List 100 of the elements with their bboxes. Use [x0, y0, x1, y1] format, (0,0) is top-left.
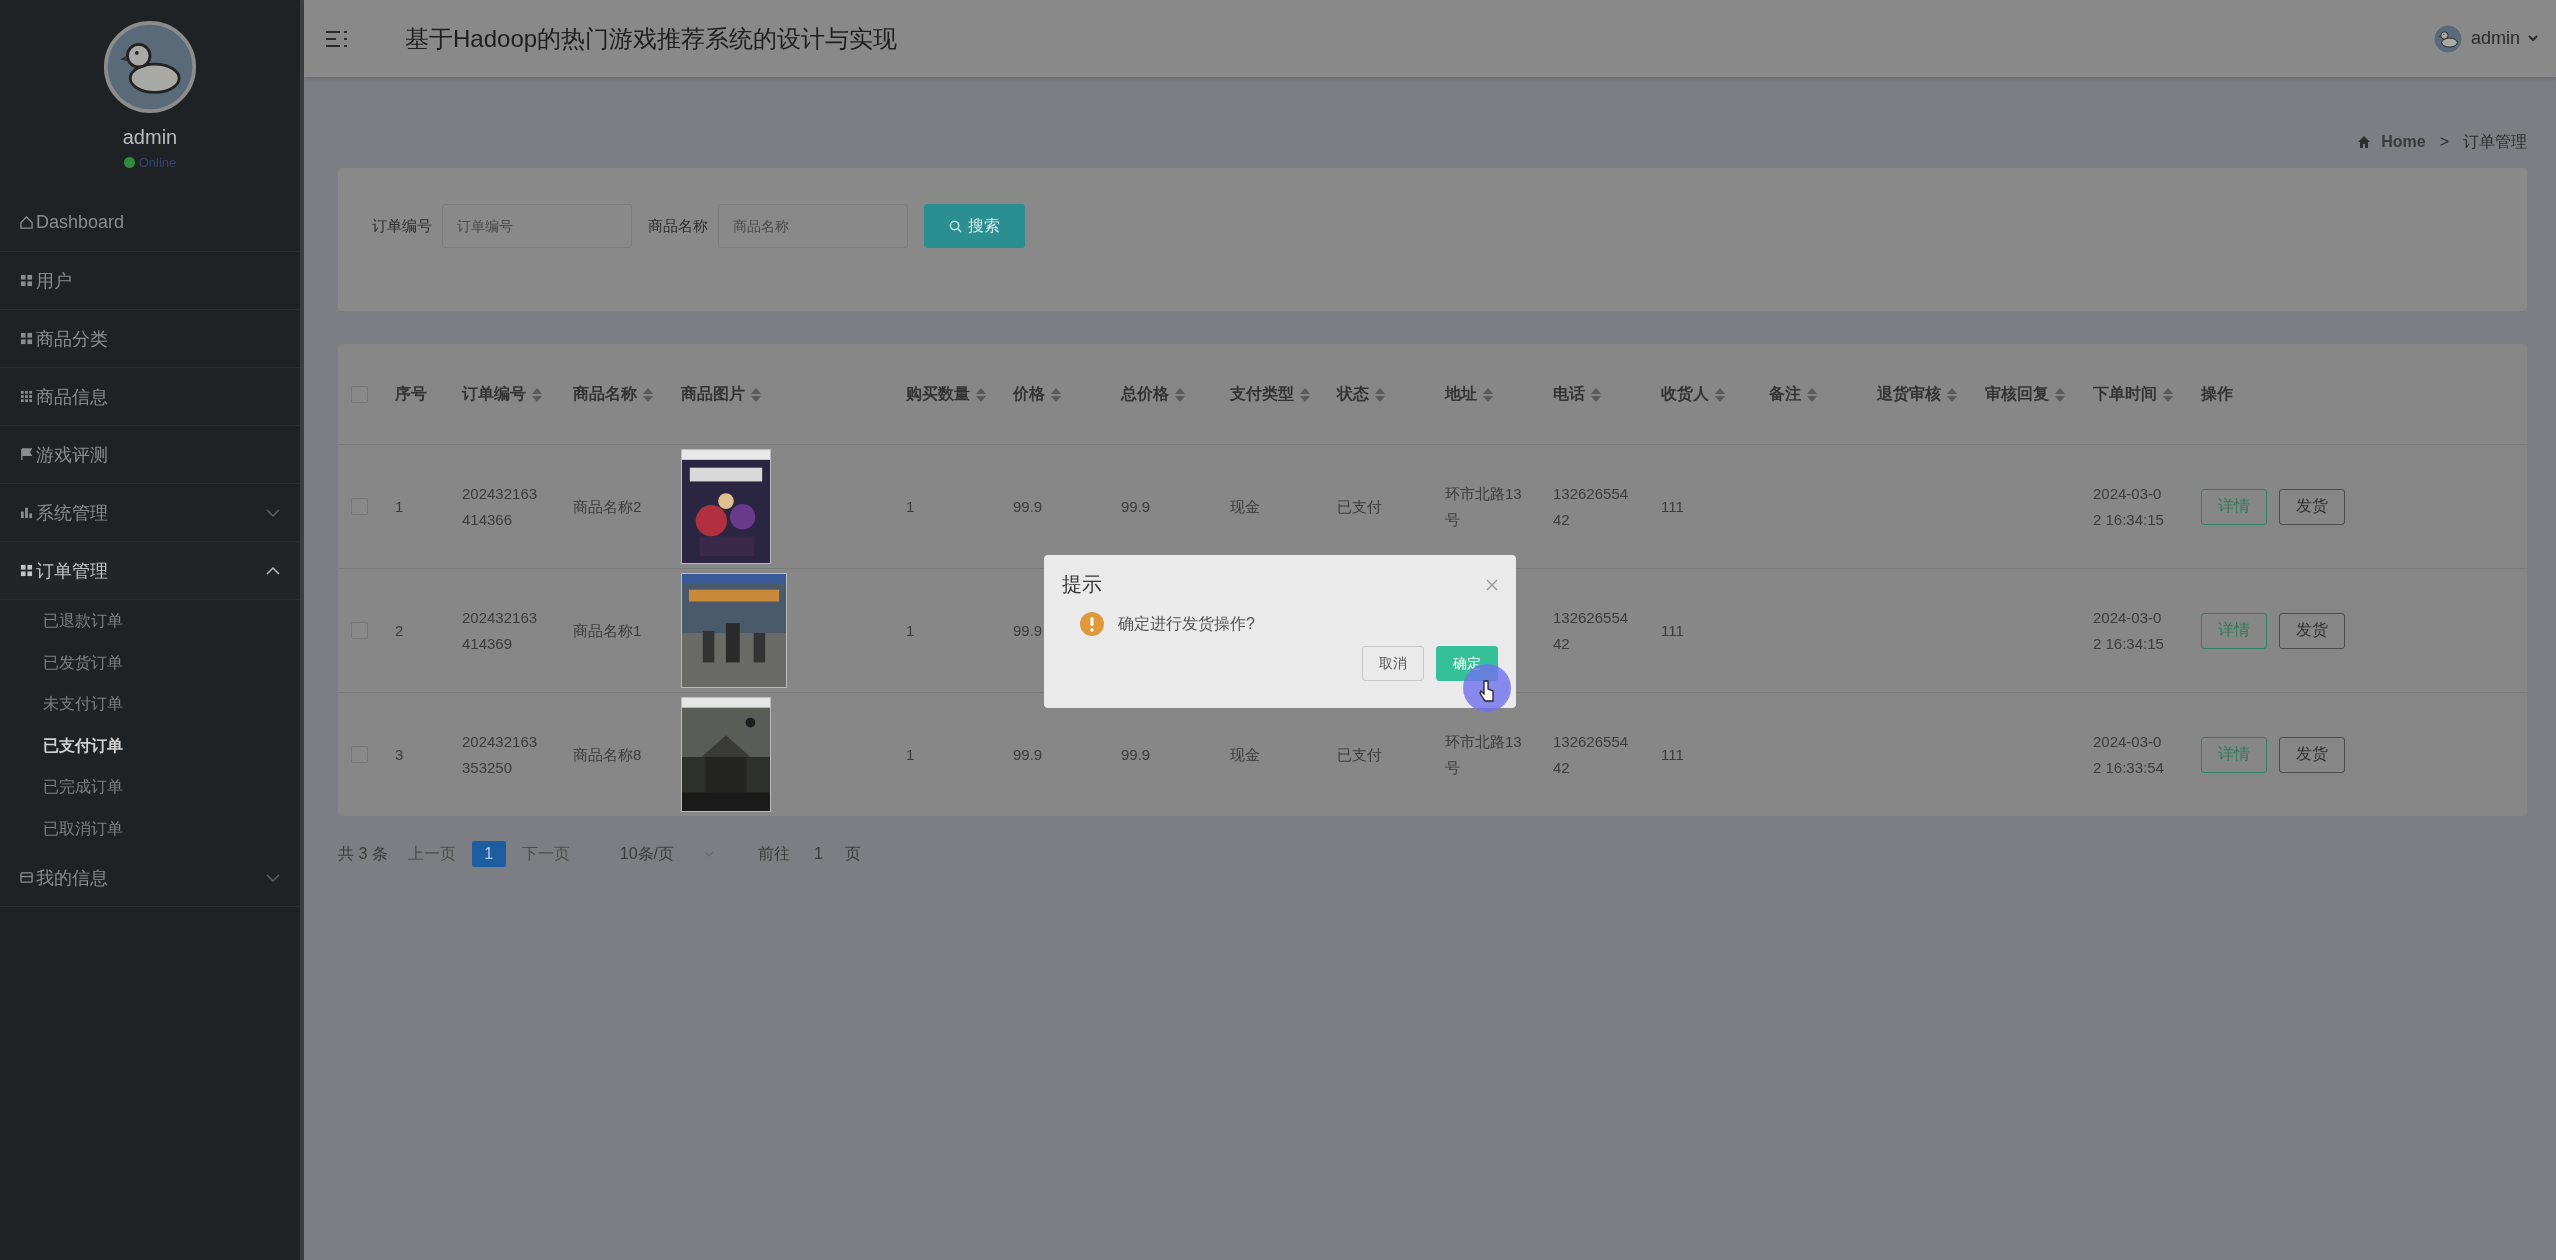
table-cell: 3	[395, 692, 462, 816]
sort-icon[interactable]	[1300, 387, 1310, 402]
column-header: 商品图片	[681, 385, 745, 402]
search-button[interactable]: 搜索	[924, 204, 1025, 248]
column-header: 状态	[1337, 385, 1369, 402]
column-header: 价格	[1013, 385, 1045, 402]
column-header: 支付类型	[1230, 385, 1294, 402]
status-text: Online	[138, 155, 177, 170]
total-count: 共 3 条	[338, 843, 388, 864]
sort-icon[interactable]	[1947, 387, 1957, 402]
sort-icon[interactable]	[976, 387, 986, 402]
table-cell: 已支付	[1337, 692, 1445, 816]
sort-icon[interactable]	[2055, 387, 2065, 402]
user-name: admin	[122, 126, 178, 149]
column-header: 购买数量	[906, 385, 970, 402]
dialog-title: 提示	[1062, 572, 1102, 597]
sort-icon[interactable]	[1175, 387, 1185, 402]
dialog-message: 确定进行发货操作?	[1118, 613, 1255, 634]
ship-button[interactable]: 发货	[2279, 612, 2345, 649]
column-header: 电话	[1553, 385, 1585, 402]
sort-icon[interactable]	[1375, 387, 1385, 402]
page-button[interactable]: 1	[471, 841, 506, 867]
sort-icon[interactable]	[532, 387, 542, 402]
submenu-item[interactable]: 已支付订单	[0, 724, 300, 766]
caret-icon[interactable]	[2528, 35, 2538, 42]
table-cell: 202432163414366	[462, 444, 573, 569]
table-cell: 13262655442	[1553, 444, 1661, 569]
chevron-down-icon[interactable]	[266, 872, 280, 883]
sort-icon[interactable]	[1715, 387, 1725, 402]
ship-button[interactable]: 发货	[2279, 488, 2345, 525]
close-icon[interactable]	[1486, 578, 1498, 591]
menu-item[interactable]: 商品分类	[0, 310, 300, 368]
submenu-item[interactable]: 已取消订单	[0, 807, 300, 849]
table-cell: 1	[906, 692, 1013, 816]
column-header: 备注	[1769, 385, 1801, 402]
table-cell-text: 现金	[1230, 744, 1261, 765]
table-cell: 1	[395, 444, 462, 569]
table-cell: 99.9	[1121, 692, 1230, 816]
page-input[interactable]: 1	[814, 845, 823, 863]
menu-item[interactable]: 我的信息	[0, 849, 300, 907]
user-avatar	[2432, 23, 2463, 54]
menu-item[interactable]: 用户	[0, 252, 300, 310]
table-cell: 2024-03-02 16:34:15	[2093, 568, 2201, 693]
grid-icon	[20, 332, 33, 345]
table-cell: 1	[906, 568, 1013, 693]
column-header: 退货审核	[1877, 385, 1941, 402]
column-header: 下单时间	[2093, 385, 2157, 402]
sort-icon[interactable]	[2163, 387, 2173, 402]
table-cell: 2	[395, 568, 462, 693]
chevron-up-icon[interactable]	[266, 565, 280, 576]
sort-icon[interactable]	[1807, 387, 1817, 402]
column-header: 地址	[1445, 385, 1477, 402]
submenu-item[interactable]: 已完成订单	[0, 766, 300, 808]
grid-icon	[20, 274, 33, 287]
field-label: 订单编号	[372, 216, 432, 236]
table-cell: 2024-03-02 16:33:54	[2093, 692, 2201, 816]
cancel-button[interactable]: 取消	[1362, 646, 1424, 681]
table-cell: 商品名称2	[573, 444, 681, 569]
table-cell: 111	[1661, 692, 1769, 816]
page-title: 基于Hadoop的热门游戏推荐系统的设计与实现	[405, 23, 899, 54]
table-cell: 99.9	[1013, 692, 1121, 816]
table-cell: 13262655442	[1553, 568, 1661, 693]
table-cell: 13262655442	[1553, 692, 1661, 816]
column-header: 总价格	[1121, 385, 1169, 402]
sort-icon[interactable]	[1051, 387, 1061, 402]
breadcrumb-current: 订单管理	[2463, 131, 2527, 152]
goto-label: 前往	[758, 843, 791, 864]
menu-item[interactable]: Dashboard	[0, 194, 300, 252]
menu-item[interactable]: 游戏评测	[0, 426, 300, 484]
chevron-down-icon[interactable]	[266, 507, 280, 518]
table-cell: 1	[906, 444, 1013, 569]
page-size-select[interactable]: 10条/页	[619, 843, 715, 865]
sort-icon[interactable]	[643, 387, 653, 402]
user-name[interactable]: admin	[2470, 28, 2520, 49]
column-header: 收货人	[1661, 385, 1709, 402]
sort-icon[interactable]	[1591, 387, 1601, 402]
table-cell: 111	[1661, 444, 1769, 569]
page-size-value: 10条/页	[619, 843, 675, 864]
menu-icon[interactable]	[326, 28, 348, 49]
table-cell: 商品名称1	[573, 568, 681, 693]
search-field[interactable]: 订单编号	[442, 204, 632, 248]
table-cell: 商品名称8	[573, 692, 681, 816]
breadcrumb-link[interactable]: Home	[2381, 133, 2426, 151]
status-dot	[123, 157, 135, 168]
ship-button[interactable]: 发货	[2279, 736, 2345, 773]
sort-icon[interactable]	[1483, 387, 1493, 402]
column-header: 审核回复	[1985, 385, 2049, 402]
warning-icon	[1080, 612, 1104, 636]
submenu-item[interactable]: 已发货订单	[0, 641, 300, 683]
menu-item[interactable]: 商品信息	[0, 368, 300, 426]
grid-icon	[20, 390, 33, 403]
column-header: 商品名称	[573, 385, 637, 402]
submenu-item[interactable]: 已退款订单	[0, 600, 300, 642]
search-field[interactable]: 商品名称	[718, 204, 908, 248]
bar-chart-icon	[20, 506, 33, 519]
sort-icon[interactable]	[751, 387, 761, 402]
table-cell: 202432163353250	[462, 692, 573, 816]
home-icon[interactable]	[2357, 135, 2372, 149]
card-icon	[20, 871, 33, 884]
submenu-item[interactable]: 未支付订单	[0, 683, 300, 725]
